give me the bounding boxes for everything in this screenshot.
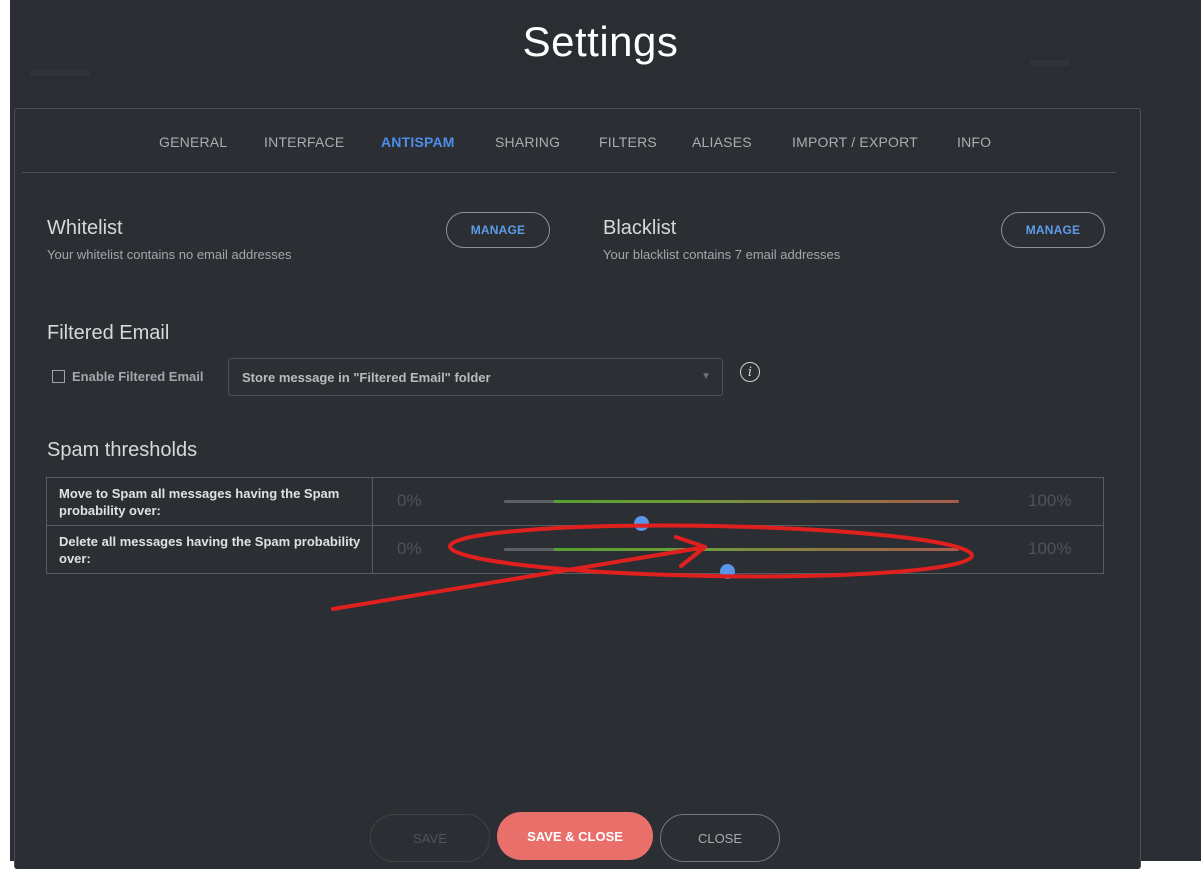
checkbox-label: Enable Filtered Email bbox=[72, 369, 204, 384]
tab-info[interactable]: INFO bbox=[957, 134, 991, 150]
tab-interface[interactable]: INTERFACE bbox=[264, 134, 344, 150]
blacklist-subtitle: Your blacklist contains 7 email addresse… bbox=[603, 247, 841, 262]
save-button[interactable]: SAVE bbox=[370, 814, 490, 862]
threshold-label: Delete all messages having the Spam prob… bbox=[46, 525, 373, 574]
blacklist-title: Blacklist bbox=[603, 217, 677, 239]
spam-thresholds-table: Move to Spam all messages having the Spa… bbox=[46, 477, 1104, 579]
select-value: Store message in "Filtered Email" folder bbox=[242, 370, 491, 385]
dialog-title: Settings bbox=[522, 18, 679, 65]
threshold-label: Move to Spam all messages having the Spa… bbox=[46, 477, 373, 526]
threshold-row-delete: Delete all messages having the Spam prob… bbox=[46, 525, 1104, 579]
blacklist-manage-button[interactable]: MANAGE bbox=[1001, 212, 1105, 248]
tab-general[interactable]: GENERAL bbox=[159, 134, 227, 150]
settings-tabs: GENERAL INTERFACE ANTISPAM SHARING FILTE… bbox=[22, 130, 1116, 173]
threshold-row-move: Move to Spam all messages having the Spa… bbox=[46, 477, 1104, 531]
tab-aliases[interactable]: ALIASES bbox=[692, 134, 752, 150]
slider-min-label: 0% bbox=[397, 491, 422, 510]
move-to-spam-slider-track[interactable] bbox=[504, 500, 959, 531]
filtered-email-title: Filtered Email bbox=[47, 322, 170, 344]
tab-sharing[interactable]: SHARING bbox=[495, 134, 560, 150]
enable-filtered-email-checkbox[interactable]: Enable Filtered Email bbox=[52, 369, 204, 384]
filtered-email-action-select[interactable]: Store message in "Filtered Email" folder… bbox=[228, 358, 723, 396]
slider-max-label: 100% bbox=[1028, 491, 1072, 510]
delete-slider-thumb[interactable] bbox=[719, 564, 735, 579]
tab-filters[interactable]: FILTERS bbox=[599, 134, 657, 150]
checkbox-box[interactable] bbox=[52, 370, 65, 383]
close-button[interactable]: CLOSE bbox=[660, 814, 780, 862]
save-and-close-button[interactable]: SAVE & CLOSE bbox=[497, 812, 653, 860]
tab-import-export[interactable]: IMPORT / EXPORT bbox=[792, 134, 918, 150]
info-icon[interactable]: i bbox=[740, 362, 760, 382]
tab-antispam[interactable]: ANTISPAM bbox=[381, 134, 455, 150]
threshold-slider-cell: 0% 100% bbox=[372, 525, 1104, 579]
slider-max-label: 100% bbox=[1028, 539, 1072, 558]
whitelist-subtitle: Your whitelist contains no email address… bbox=[47, 247, 292, 262]
whitelist-manage-button[interactable]: MANAGE bbox=[446, 212, 550, 248]
chevron-down-icon: ▼ bbox=[701, 371, 711, 382]
spam-thresholds-title: Spam thresholds bbox=[47, 439, 198, 461]
slider-min-label: 0% bbox=[397, 539, 422, 558]
threshold-slider-cell: 0% 100% bbox=[372, 477, 1104, 531]
delete-slider-track[interactable] bbox=[504, 548, 959, 579]
whitelist-title: Whitelist bbox=[47, 217, 123, 239]
